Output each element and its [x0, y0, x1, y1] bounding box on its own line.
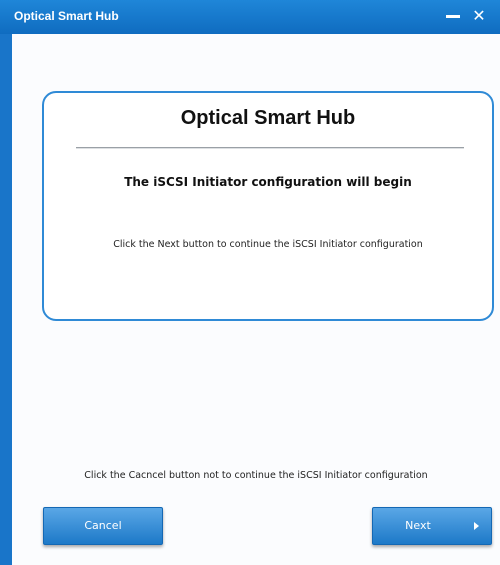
close-icon: ✕	[472, 6, 486, 25]
next-button[interactable]: Next	[372, 507, 492, 545]
card-title: Optical Smart Hub	[180, 107, 356, 129]
minimize-icon	[446, 15, 460, 18]
card-subtitle: The iSCSI Initiator configuration will b…	[124, 175, 412, 189]
cancel-button-label: Cancel	[84, 519, 122, 532]
window-title: Optical Smart Hub	[14, 9, 119, 23]
title-bar[interactable]: Optical Smart Hub ✕	[0, 0, 500, 34]
window-left-border	[0, 34, 12, 565]
cancel-button[interactable]: Cancel	[43, 507, 163, 545]
arrow-right-icon	[474, 522, 479, 530]
wizard-window: Optical Smart Hub ✕ Optical Smart Hub Th…	[0, 0, 500, 565]
intro-card: Optical Smart Hub The iSCSI Initiator co…	[42, 91, 494, 321]
close-button[interactable]: ✕	[466, 2, 492, 30]
next-instruction-text: Click the Next button to continue the iS…	[113, 239, 423, 250]
cancel-instruction-text: Click the Cacncel button not to continue…	[84, 470, 428, 481]
minimize-button[interactable]	[440, 2, 466, 30]
next-button-label: Next	[405, 519, 431, 532]
card-divider	[76, 147, 464, 149]
